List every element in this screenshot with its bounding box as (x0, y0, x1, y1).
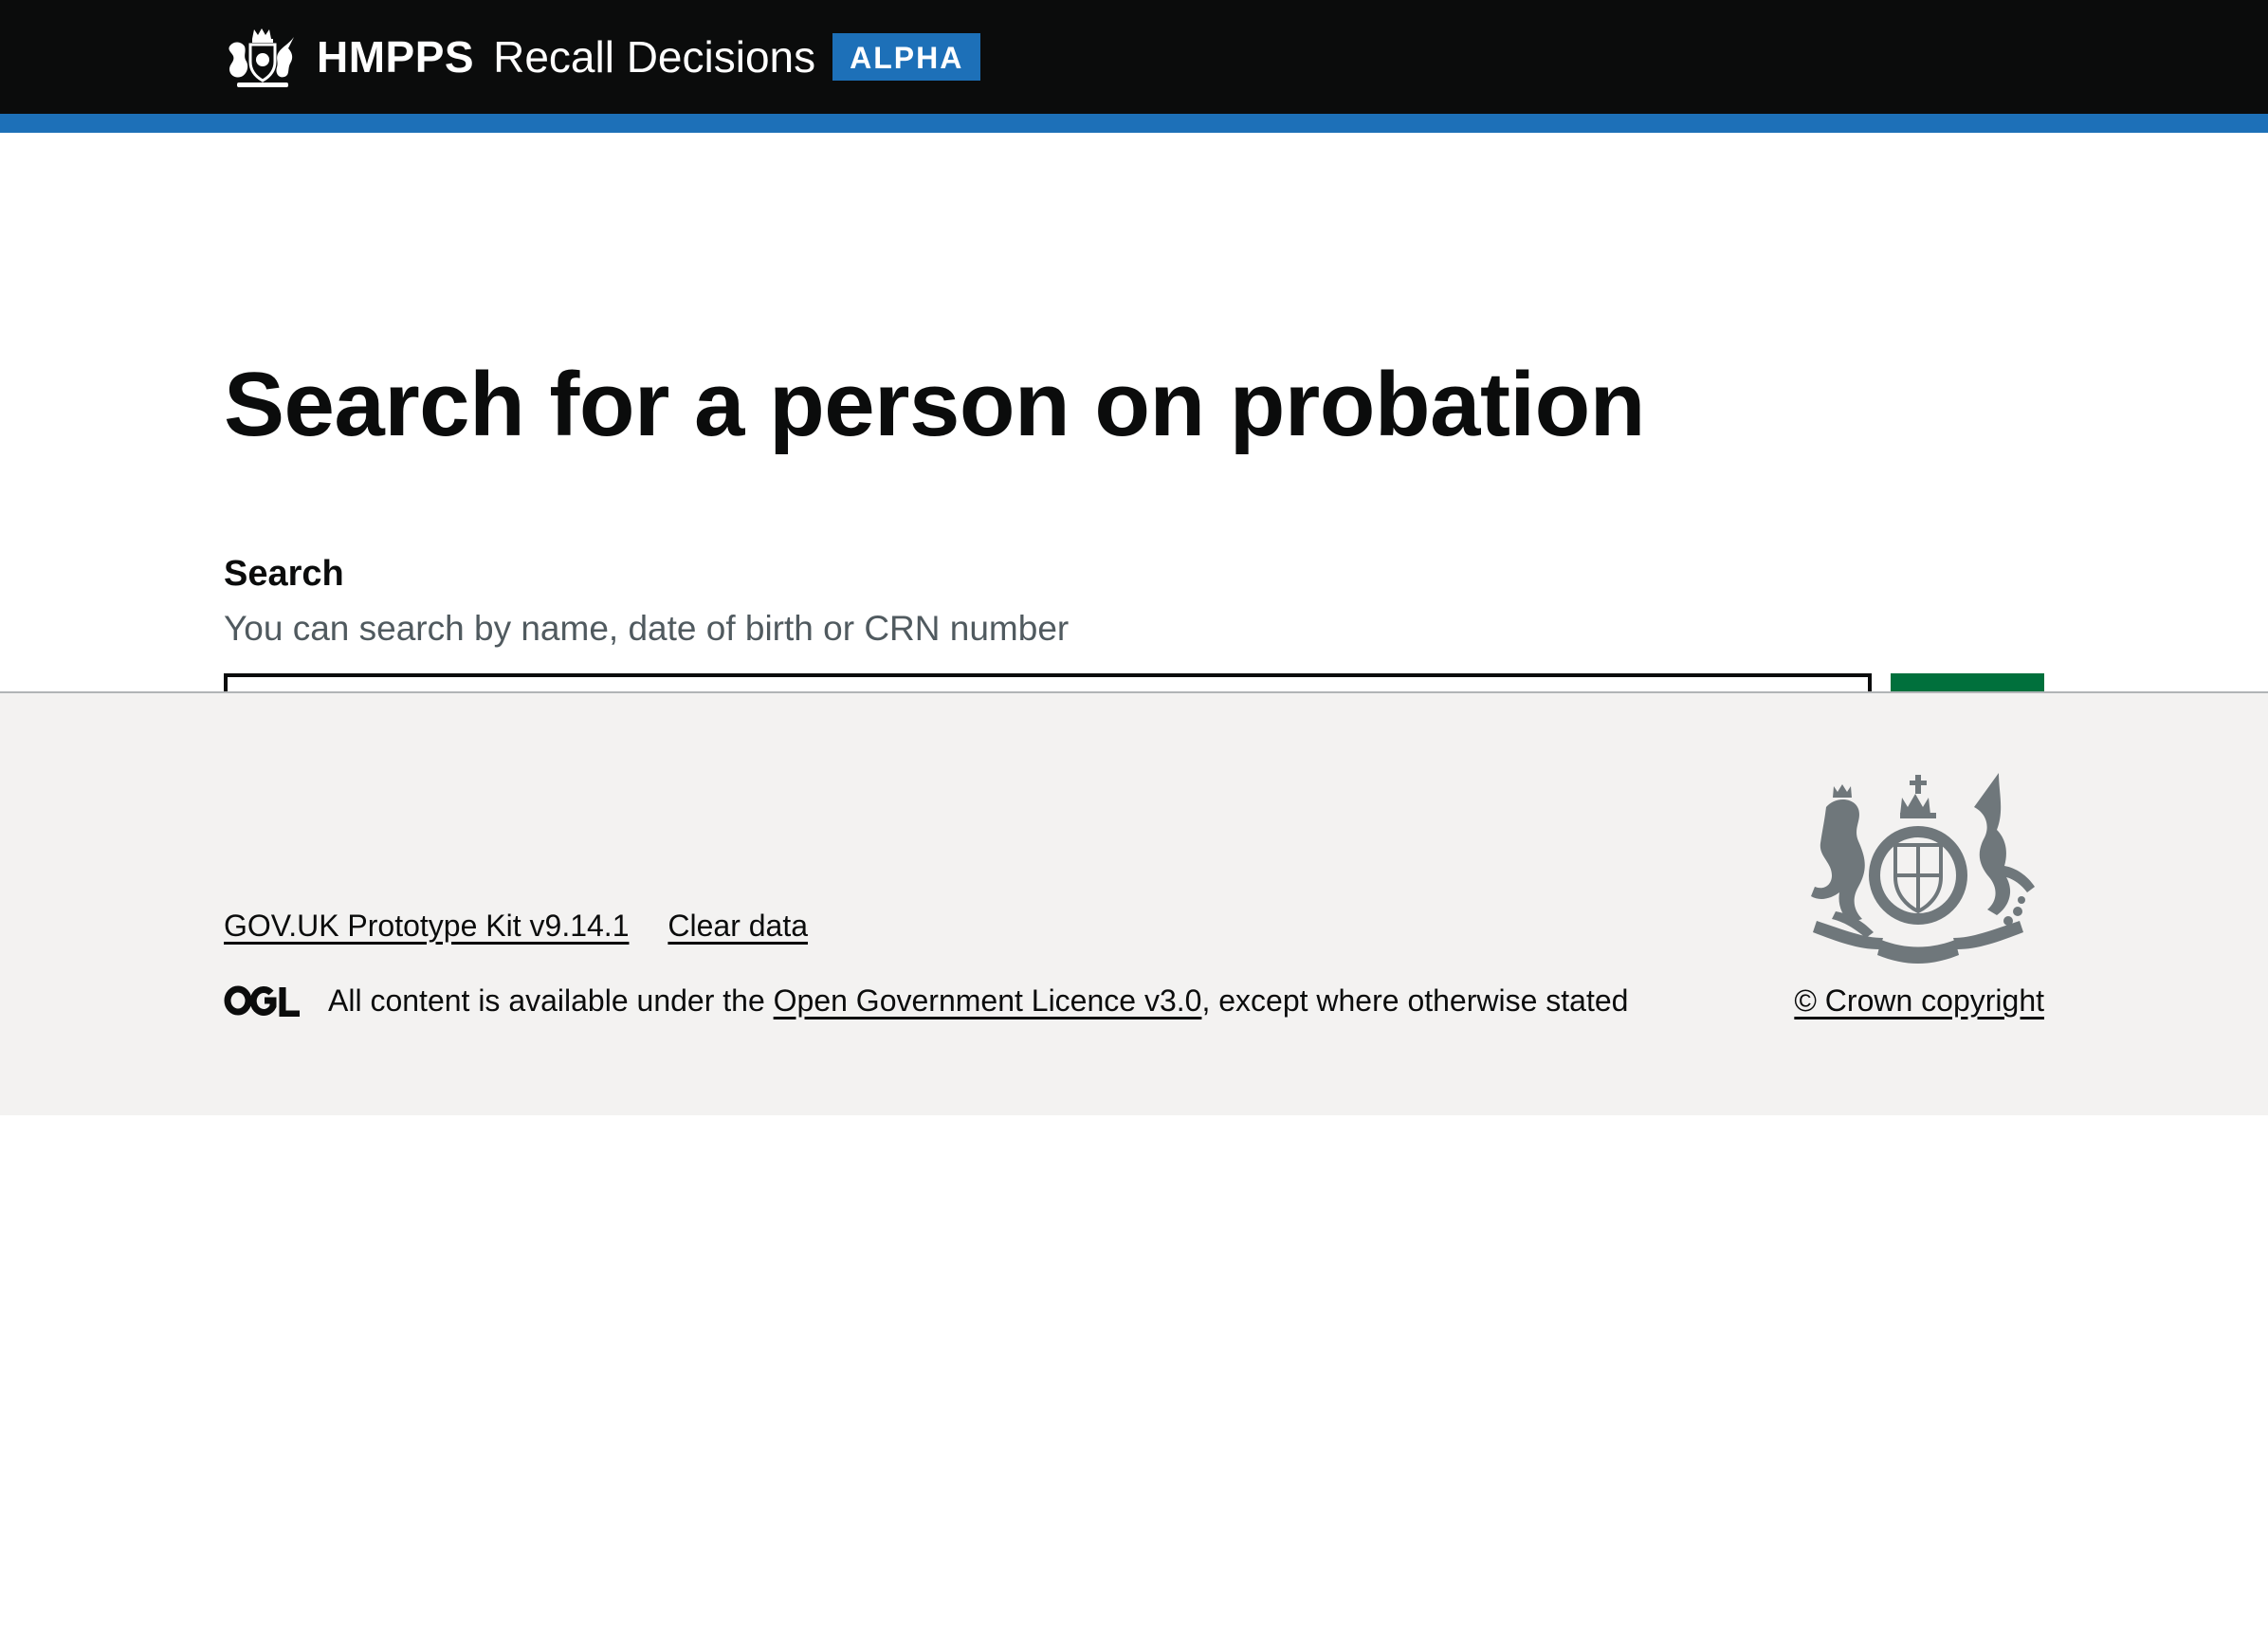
site-header: HMPPS Recall Decisions ALPHA (0, 0, 2268, 114)
search-hint: You can search by name, date of birth or… (224, 609, 1070, 648)
clear-data-link[interactable]: Clear data (668, 909, 808, 943)
phase-tag: ALPHA (832, 33, 981, 81)
crown-copyright-link[interactable]: © Crown copyright (1794, 982, 2044, 1020)
header-accent-stripe (0, 114, 2268, 133)
search-label: Search (224, 554, 344, 594)
licence-suffix: , except where otherwise stated (1201, 983, 1629, 1018)
site-footer: GOV.UK Prototype Kit v9.14.1 Clear data … (0, 691, 2268, 1115)
prototype-kit-link[interactable]: GOV.UK Prototype Kit v9.14.1 (224, 909, 629, 943)
ogl-logo (224, 985, 300, 1017)
main-content: Search for a person on probation Search … (0, 133, 2268, 749)
footer-links: GOV.UK Prototype Kit v9.14.1 Clear data (224, 907, 838, 945)
licence-prefix: All content is available under the (328, 983, 765, 1018)
licence-link[interactable]: Open Government Licence v3.0 (774, 982, 1202, 1020)
service-name[interactable]: Recall Decisions (493, 31, 815, 83)
header-brand-group[interactable]: HMPPS Recall Decisions ALPHA (224, 21, 981, 93)
licence-statement: All content is available under the Open … (224, 982, 1628, 1020)
crown-icon (229, 28, 294, 87)
brand-name[interactable]: HMPPS (317, 31, 474, 83)
royal-coat-of-arms (1811, 773, 2035, 964)
page-title: Search for a person on probation (224, 354, 1645, 455)
